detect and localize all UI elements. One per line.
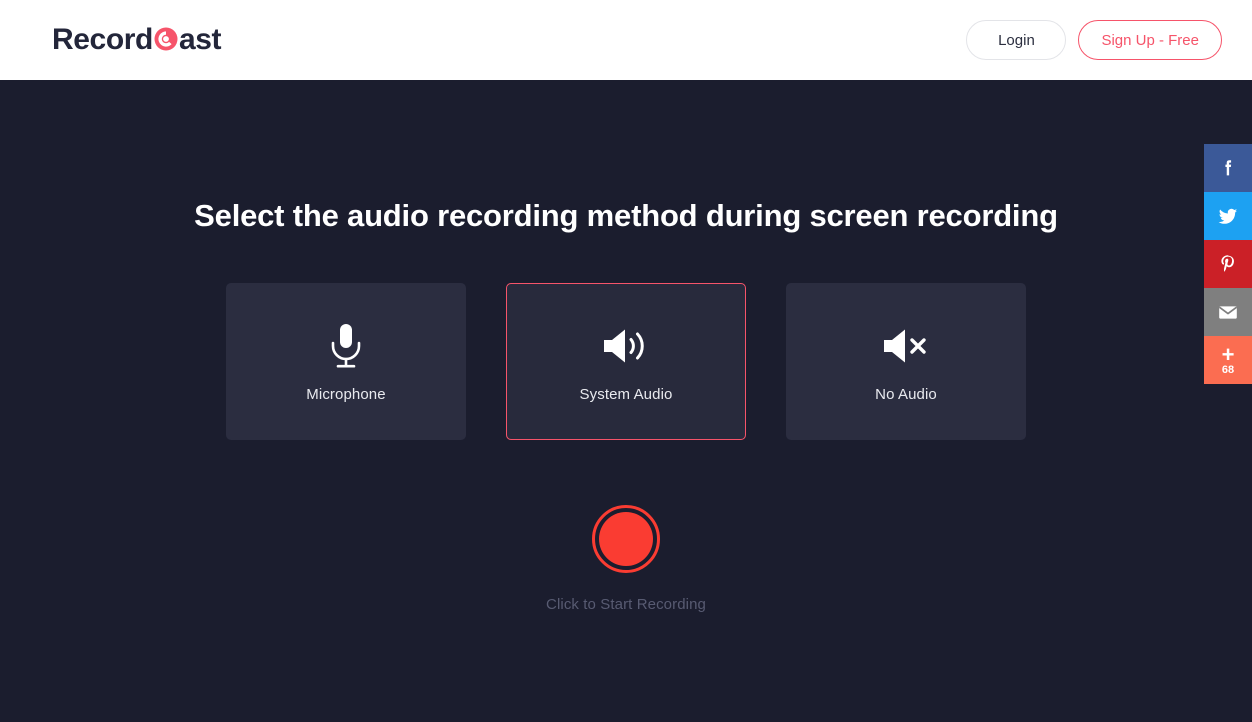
share-count: 68 <box>1221 364 1235 376</box>
signup-button[interactable]: Sign Up - Free <box>1078 20 1222 60</box>
record-button-icon <box>599 512 653 566</box>
email-icon <box>1216 300 1240 324</box>
audio-option-system-audio[interactable]: System Audio <box>506 283 746 440</box>
pinterest-icon <box>1217 253 1239 275</box>
share-twitter-button[interactable] <box>1204 192 1252 240</box>
logo-text-suffix: ast <box>178 23 222 56</box>
speaker-mute-icon <box>881 320 931 372</box>
recorder-stage: Select the audio recording method during… <box>0 80 1252 722</box>
audio-option-label: No Audio <box>875 386 937 403</box>
audio-option-microphone[interactable]: Microphone <box>226 283 466 440</box>
login-button[interactable]: Login <box>966 20 1067 60</box>
twitter-icon <box>1216 204 1240 228</box>
record-circle-icon <box>154 27 178 51</box>
audio-option-no-audio[interactable]: No Audio <box>786 283 1026 440</box>
header-actions: Login Sign Up - Free <box>966 20 1222 60</box>
microphone-icon <box>329 320 363 372</box>
page-title: Select the audio recording method during… <box>194 198 1058 233</box>
record-control: Click to Start Recording <box>0 505 1252 613</box>
facebook-icon <box>1217 157 1239 179</box>
recordcast-logo[interactable]: Record ast <box>52 23 222 57</box>
speaker-volume-icon <box>601 320 651 372</box>
audio-option-label: System Audio <box>579 386 673 403</box>
audio-option-group: Microphone System Audio No Audio <box>226 283 1026 440</box>
site-header: Record ast Login Sign Up - Free <box>0 0 1252 80</box>
share-facebook-button[interactable] <box>1204 144 1252 192</box>
share-more-button[interactable]: + 68 <box>1204 336 1252 384</box>
plus-icon: + <box>1221 342 1235 367</box>
recordcast-page: Record ast Login Sign Up - Free Select t… <box>0 0 1252 722</box>
record-caption: Click to Start Recording <box>546 596 706 613</box>
social-share-rail: + 68 <box>1204 144 1252 384</box>
logo-text-prefix: Record <box>52 23 153 56</box>
start-recording-button[interactable] <box>592 505 660 573</box>
audio-option-label: Microphone <box>306 386 386 403</box>
share-email-button[interactable] <box>1204 288 1252 336</box>
share-pinterest-button[interactable] <box>1204 240 1252 288</box>
